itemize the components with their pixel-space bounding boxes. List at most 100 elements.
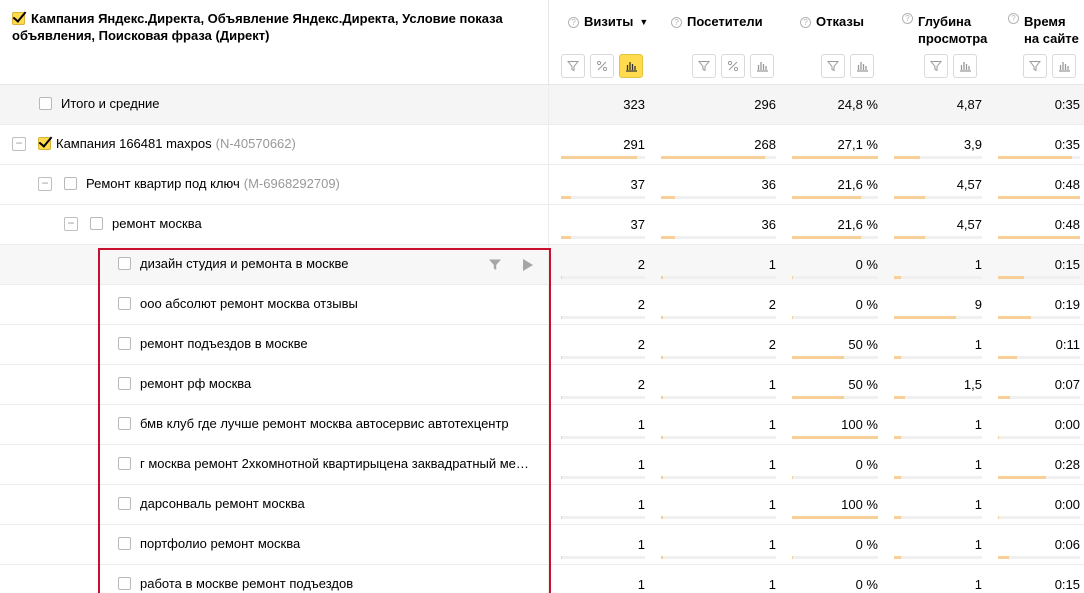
row-checkbox[interactable] (118, 377, 131, 390)
metric-header-1[interactable]: ? Посетители (649, 0, 780, 85)
filter-icon[interactable] (1023, 54, 1047, 78)
dimension-label[interactable]: дарсонваль ремонт москва (140, 496, 305, 511)
dimension-label[interactable]: дизайн студия и ремонта в москве (140, 256, 348, 271)
metric-header-0[interactable]: ? Визиты ▼ (549, 0, 649, 85)
metric-tools (821, 54, 874, 78)
help-icon[interactable]: ? (1008, 13, 1019, 24)
dimension-label[interactable]: ремонт подъездов в москве (140, 336, 308, 351)
filter-icon[interactable] (821, 54, 845, 78)
dimension-label[interactable]: Ремонт квартир под ключ (86, 176, 240, 191)
collapse-toggle[interactable]: − (64, 216, 78, 231)
dimension-label[interactable]: работа в москве ремонт подъездов (140, 576, 353, 591)
metric-header-2[interactable]: ? Отказы (780, 0, 882, 85)
dimension-content: г москва ремонт 2хкомнотной квартирыцена… (118, 456, 529, 471)
percent-icon[interactable] (590, 54, 614, 78)
dimension-label[interactable]: г москва ремонт 2хкомнотной квартирыцена… (140, 456, 529, 471)
bar-chart-icon[interactable] (850, 54, 874, 78)
filter-icon[interactable] (924, 54, 948, 78)
dimension-label[interactable]: ооо абсолют ремонт москва отзывы (140, 296, 358, 311)
metric-header-4[interactable]: ? Время на сайте (986, 0, 1084, 85)
filter-icon[interactable] (561, 54, 585, 78)
help-icon[interactable]: ? (902, 13, 913, 24)
dimension-label: Итого и средние (61, 96, 160, 111)
filter-icon[interactable] (488, 258, 502, 275)
metric-label: Посетители (687, 14, 763, 29)
dimension-label[interactable]: ремонт рф москва (140, 376, 251, 391)
row-checkbox[interactable] (118, 297, 131, 310)
metric-cell: 36 (649, 205, 780, 245)
metric-title[interactable]: ? Время на сайте (1008, 13, 1079, 47)
table-row[interactable]: г москва ремонт 2хкомнотной квартирыцена… (0, 445, 1084, 485)
play-icon[interactable] (522, 258, 534, 275)
table-row[interactable]: ремонт подъездов в москве 2 2 50 % 1 0:11 (0, 325, 1084, 365)
row-checkbox[interactable] (90, 217, 103, 230)
metric-value: 21,6 % (837, 177, 878, 192)
metric-bar-fill (792, 236, 861, 239)
metric-cell: 1 (549, 405, 649, 445)
metric-value: 0:07 (1054, 377, 1080, 392)
metric-value: 36 (761, 177, 776, 192)
metric-bar-fill (661, 476, 663, 479)
bar-chart-icon[interactable] (619, 54, 643, 78)
table-row[interactable]: − Кампания 166481 maxpos (N-40570662) 291 26… (0, 125, 1084, 165)
metric-cell: 0 % (780, 565, 882, 593)
sort-desc-icon[interactable]: ▼ (639, 17, 648, 27)
dimension-label[interactable]: портфолио ремонт москва (140, 536, 300, 551)
bar-chart-icon[interactable] (1052, 54, 1076, 78)
filter-icon[interactable] (692, 54, 716, 78)
table-row[interactable]: работа в москве ремонт подъездов 1 1 0 % 1 0:… (0, 565, 1084, 593)
table-row[interactable]: бмв клуб где лучше ремонт москва автосер… (0, 405, 1084, 445)
table-row[interactable]: − ремонт москва 37 36 21,6 % 4,57 0:48 (0, 205, 1084, 245)
table-row[interactable]: − Ремонт квартир под ключ (M-6968292709) 37… (0, 165, 1084, 205)
row-checkbox[interactable] (118, 537, 131, 550)
percent-icon[interactable] (721, 54, 745, 78)
metric-bar-fill (998, 476, 1046, 479)
bar-chart-icon[interactable] (750, 54, 774, 78)
metric-bar (661, 156, 776, 159)
metric-title[interactable]: ? Глубина просмотра (902, 13, 987, 47)
metric-cell: 1 (549, 485, 649, 525)
row-checkbox[interactable] (39, 97, 52, 110)
table-row[interactable]: дизайн студия и ремонта в москве 2 1 0 % 1 0:… (0, 245, 1084, 285)
metric-bar (894, 436, 982, 439)
dimension-label[interactable]: Кампания 166481 maxpos (56, 136, 212, 151)
row-checkbox[interactable] (118, 577, 131, 590)
metric-value: 0 % (855, 257, 878, 272)
metric-value: 0:48 (1054, 177, 1080, 192)
row-checkbox[interactable] (118, 257, 131, 270)
help-icon[interactable]: ? (800, 17, 811, 28)
dimension-label[interactable]: ремонт москва (112, 216, 202, 231)
metric-cell: 0 % (780, 525, 882, 565)
collapse-toggle[interactable]: − (12, 136, 26, 151)
metric-bar-fill (561, 516, 563, 519)
metric-cell: 2 (549, 285, 649, 325)
table-row[interactable]: дарсонваль ремонт москва 1 1 100 % 1 0:00 (0, 485, 1084, 525)
dimension-label[interactable]: бмв клуб где лучше ремонт москва автосер… (140, 416, 509, 431)
metric-value: 0:06 (1054, 537, 1080, 552)
dimension-content: бмв клуб где лучше ремонт москва автосер… (118, 416, 509, 431)
help-icon[interactable]: ? (671, 17, 682, 28)
metric-header-3[interactable]: ? Глубина просмотра (882, 0, 987, 85)
row-checkbox[interactable] (118, 457, 131, 470)
row-checkbox[interactable] (64, 177, 77, 190)
metric-title[interactable]: ? Отказы (800, 13, 864, 30)
table-row[interactable]: ремонт рф москва 2 1 50 % 1,5 0:07 (0, 365, 1084, 405)
row-checkbox[interactable] (38, 137, 51, 150)
help-icon[interactable]: ? (568, 17, 579, 28)
row-checkbox[interactable] (118, 417, 131, 430)
bar-chart-icon[interactable] (953, 54, 977, 78)
dimension-content: − Ремонт квартир под ключ (M-6968292709) (38, 176, 340, 191)
total-row[interactable]: Итого и средние 323 296 24,8 % 4,87 0:35 (0, 85, 1084, 125)
metric-bar (998, 196, 1080, 199)
collapse-toggle[interactable]: − (38, 176, 52, 191)
metric-title[interactable]: ? Посетители (671, 13, 763, 30)
metric-bar (661, 476, 776, 479)
select-all-checkbox[interactable] (12, 12, 25, 25)
dimension-content: портфолио ремонт москва (118, 536, 300, 551)
table-row[interactable]: ооо абсолют ремонт москва отзывы 2 2 0 % 9 0:… (0, 285, 1084, 325)
metric-title[interactable]: ? Визиты ▼ (568, 13, 648, 31)
table-row[interactable]: портфолио ремонт москва 1 1 0 % 1 0:06 (0, 525, 1084, 565)
metric-value: 1 (974, 257, 982, 272)
row-checkbox[interactable] (118, 497, 131, 510)
row-checkbox[interactable] (118, 337, 131, 350)
